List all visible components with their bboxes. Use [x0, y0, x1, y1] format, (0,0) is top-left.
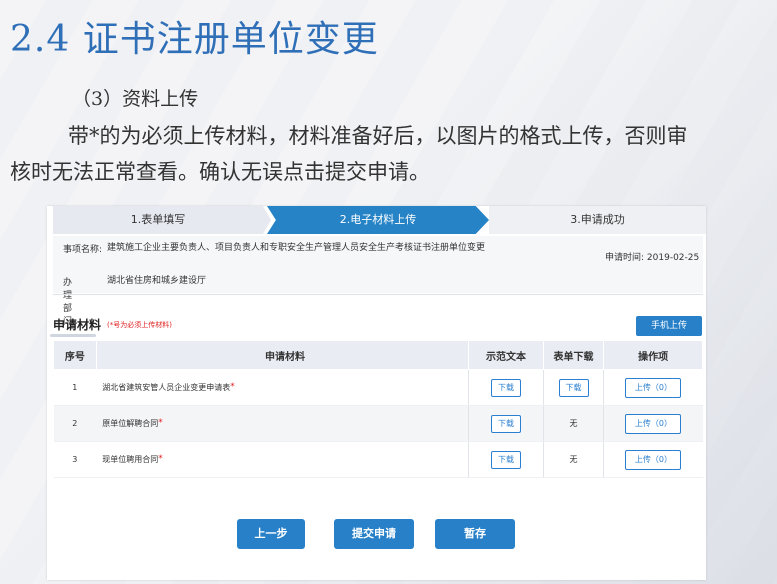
row-no: 2	[53, 405, 97, 442]
step-success: 3.申请成功	[489, 206, 706, 234]
form-download-none: 无	[542, 441, 604, 478]
item-name-label: 事项名称:	[63, 245, 103, 255]
prev-step-button[interactable]: 上一步	[237, 519, 305, 549]
item-name-value: 建筑施工企业主要负责人、项目负责人和专职安全生产管理人员安全生产考核证书注册单位…	[107, 243, 486, 253]
material-name-text: 原单位解聘合同	[102, 419, 159, 428]
col-header-material: 申请材料	[95, 340, 470, 370]
required-star: *	[230, 382, 235, 392]
example-download-button[interactable]: 下载	[490, 378, 521, 397]
heading-underline	[50, 334, 96, 337]
col-header-no: 序号	[53, 340, 97, 370]
department-value: 湖北省住房和城乡建设厅	[107, 276, 207, 286]
slide-subtitle: （3）资料上传	[72, 88, 199, 110]
upload-button[interactable]: 上传（0）	[625, 377, 682, 398]
required-star: *	[158, 454, 163, 464]
materials-heading: 申请材料	[53, 318, 102, 332]
upload-button[interactable]: 上传（0）	[625, 449, 682, 470]
required-star: *	[158, 418, 163, 428]
divider	[53, 294, 703, 295]
row-material-name: 现单位聘用合同*	[96, 441, 469, 478]
row-no: 1	[53, 369, 97, 406]
materials-table: 序号 申请材料 示范文本 表单下载 操作项 1 湖北省建筑安管人员企业变更申请表…	[53, 340, 703, 478]
material-name-text: 现单位聘用合同	[102, 455, 159, 464]
table-row: 3 现单位聘用合同* 下载 无 上传（0）	[53, 441, 703, 478]
row-no: 3	[53, 441, 97, 478]
table-row: 1 湖北省建筑安管人员企业变更申请表* 下载 下载 上传（0）	[53, 369, 703, 406]
apply-time-label: 申请时间:	[605, 253, 645, 263]
step-material-upload: 2.电子材料上传	[267, 206, 489, 234]
form-download-button[interactable]: 下载	[558, 378, 589, 397]
table-header-row: 序号 申请材料 示范文本 表单下载 操作项	[53, 340, 703, 370]
example-download-button[interactable]: 下载	[490, 414, 521, 433]
application-info: 事项名称: 建筑施工企业主要负责人、项目负责人和专职安全生产管理人员安全生产考核…	[53, 236, 703, 327]
form-download-none: 无	[542, 405, 604, 442]
screenshot-panel: 1.表单填写 2.电子材料上传 3.申请成功 事项名称: 建筑施工企业主要负责人…	[47, 206, 706, 580]
row-material-name: 湖北省建筑安管人员企业变更申请表*	[96, 369, 469, 406]
apply-time: 申请时间: 2019-02-25	[605, 250, 699, 263]
row-material-name: 原单位解聘合同*	[96, 405, 469, 442]
required-note: (*号为必须上传材料)	[107, 321, 172, 329]
material-name-text: 湖北省建筑安管人员企业变更申请表	[102, 383, 231, 392]
submit-application-button[interactable]: 提交申请	[334, 519, 414, 549]
example-download-button[interactable]: 下载	[490, 450, 521, 469]
slide-title: 2.4 证书注册单位变更	[10, 19, 379, 60]
progress-steps: 1.表单填写 2.电子材料上传 3.申请成功	[53, 206, 706, 234]
col-header-form-download: 表单下载	[542, 340, 605, 370]
table-row: 2 原单位解聘合同* 下载 无 上传（0）	[53, 405, 703, 442]
slide-body-text: 带*的为必须上传材料，材料准备好后，以图片的格式上传，否则审核时无法正常查看。确…	[10, 124, 688, 184]
step-form-fill: 1.表单填写	[53, 206, 263, 234]
apply-time-value: 2019-02-25	[646, 253, 700, 263]
upload-button[interactable]: 上传（0）	[625, 413, 682, 434]
mobile-upload-button[interactable]: 手机上传	[636, 316, 702, 336]
col-header-actions: 操作项	[603, 340, 703, 370]
col-header-example: 示范文本	[468, 340, 544, 370]
save-draft-button[interactable]: 暂存	[435, 519, 515, 549]
